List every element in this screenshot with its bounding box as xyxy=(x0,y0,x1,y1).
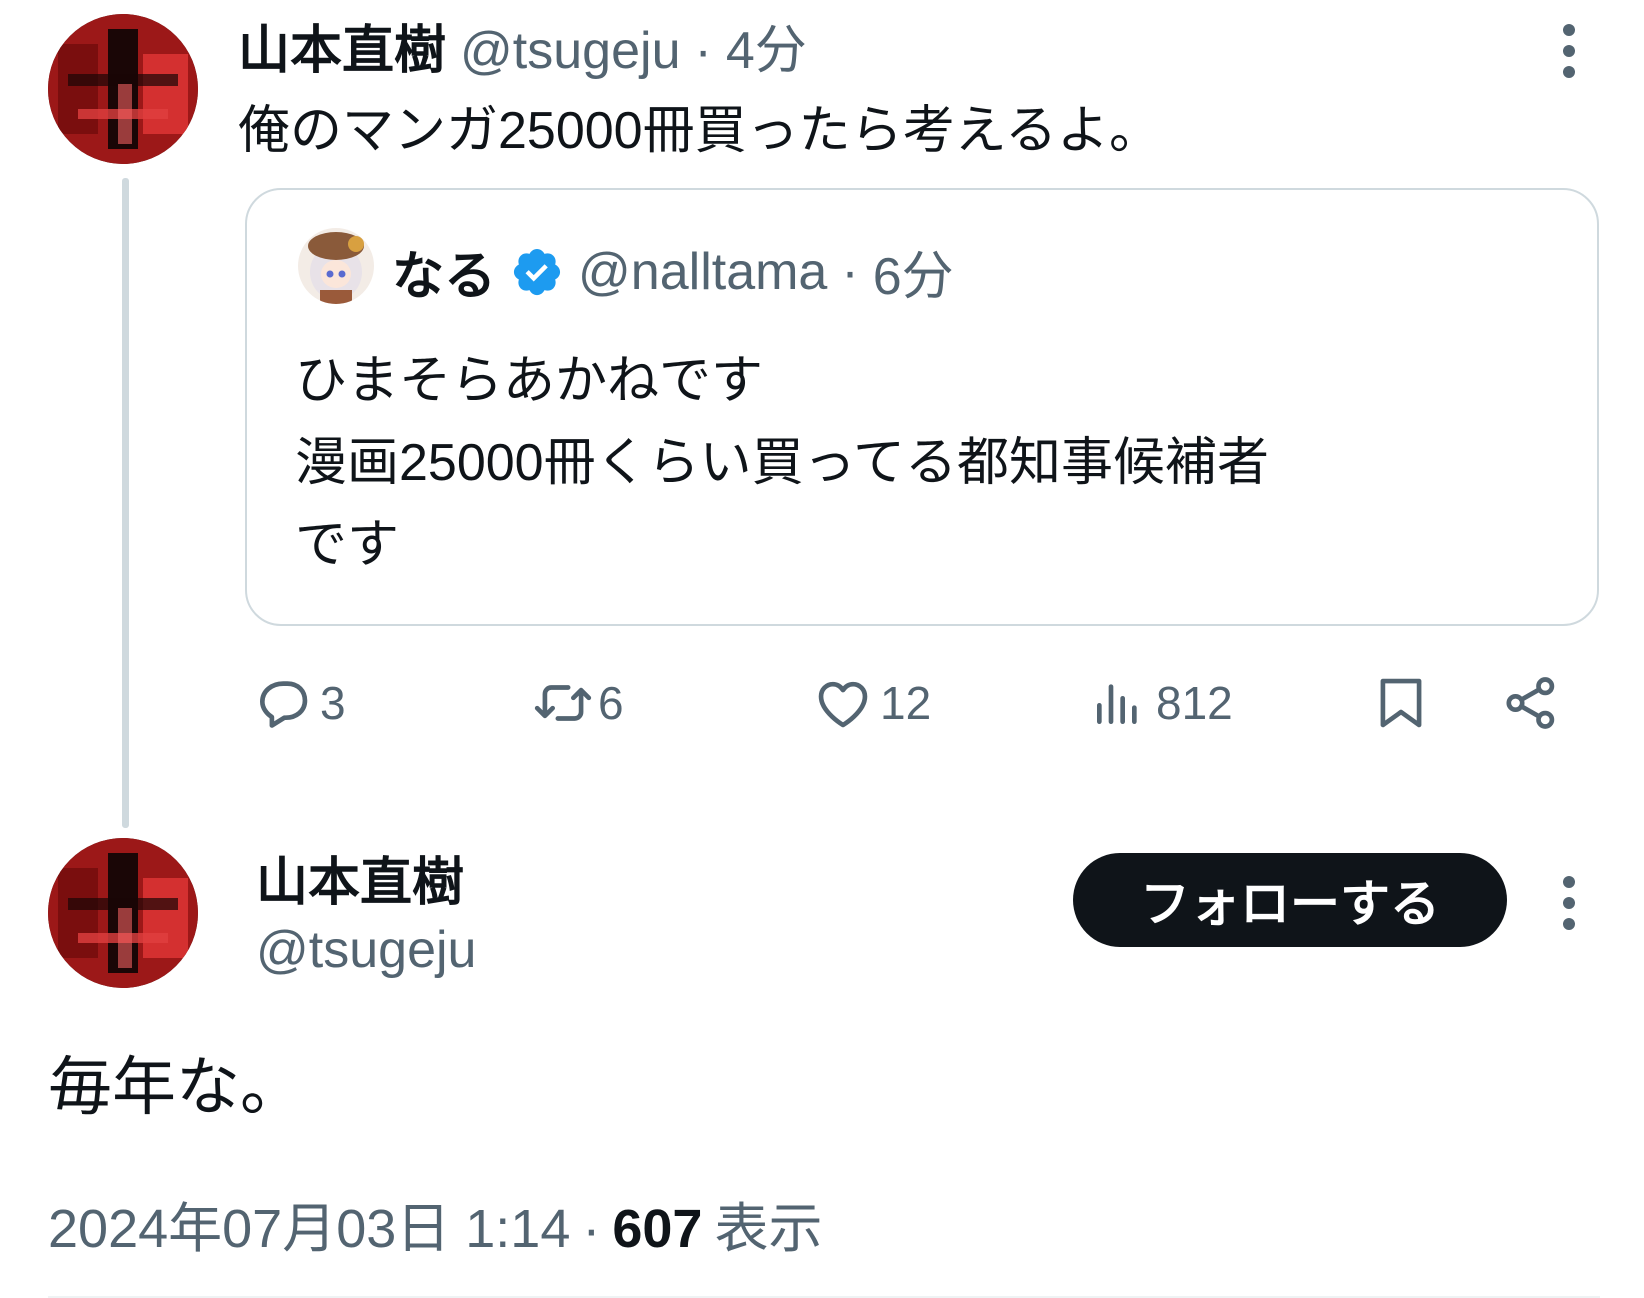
quoted-tweet-time[interactable]: 6分 xyxy=(873,234,954,309)
quoted-author-handle[interactable]: @nalltama xyxy=(578,242,827,302)
more-icon[interactable] xyxy=(1563,24,1575,87)
follow-button[interactable]: フォローする xyxy=(1073,853,1507,947)
avatar-tsugeju-main[interactable] xyxy=(48,838,198,988)
retweet-icon xyxy=(530,672,596,734)
share-icon[interactable] xyxy=(1500,670,1562,736)
quoted-tweet-header: なる @nalltama · 6分 xyxy=(392,234,954,309)
bookmark-icon[interactable] xyxy=(1370,670,1432,736)
retweet-count: 6 xyxy=(598,677,624,729)
main-tweet-text: 毎年な。 xyxy=(48,1051,304,1123)
avatar-tsugeju-reply[interactable] xyxy=(48,14,198,164)
main-author-handle[interactable]: @tsugeju xyxy=(256,920,476,980)
views-icon xyxy=(1090,672,1146,734)
quoted-text-line: 漫画25000冊くらい買ってる都知事候補者 xyxy=(295,434,1270,492)
avatar-nalltama[interactable] xyxy=(298,228,374,304)
quoted-text-line: ひまそらあかねです xyxy=(295,352,764,410)
view-label: 表示 xyxy=(714,1199,823,1259)
author-name[interactable]: 山本直樹 xyxy=(238,8,446,83)
like-button[interactable]: 12 xyxy=(812,670,931,736)
retweet-button[interactable]: 6 xyxy=(530,670,624,736)
views-count: 812 xyxy=(1156,677,1233,729)
view-count: 607 xyxy=(612,1199,703,1259)
author-handle[interactable]: @tsugeju xyxy=(460,21,680,81)
main-author-name[interactable]: 山本直樹 xyxy=(256,840,464,915)
reply-icon xyxy=(252,672,314,734)
more-icon[interactable] xyxy=(1563,876,1575,939)
reply-count: 3 xyxy=(320,677,346,729)
quoted-author-name[interactable]: なる xyxy=(392,234,496,309)
verified-badge-icon xyxy=(510,245,564,299)
thread-connector-line xyxy=(122,178,129,828)
quoted-text-line: です xyxy=(295,516,400,574)
separator-dot: · xyxy=(694,22,712,80)
reply-button[interactable]: 3 xyxy=(252,670,346,736)
tweet-timestamp[interactable]: 2024年07月03日 1:14 xyxy=(48,1184,570,1263)
like-count: 12 xyxy=(880,677,932,729)
quoted-separator-dot: · xyxy=(841,242,859,301)
reply-tweet-header: 山本直樹 @tsugeju · 4分 xyxy=(238,8,807,83)
quoted-tweet-text: ひまそらあかねです 漫画25000冊くらい買ってる都知事候補者 です xyxy=(295,340,1269,586)
tweet-meta-row: 2024年07月03日 1:14 · 607 表示 xyxy=(48,1184,822,1263)
like-icon xyxy=(812,672,874,734)
meta-separator: · xyxy=(582,1199,601,1259)
tweet-time[interactable]: 4分 xyxy=(726,8,807,83)
reply-tweet-text: 俺のマンガ25000冊買ったら考えるよ。 xyxy=(238,102,1162,160)
views-button[interactable]: 812 xyxy=(1090,670,1233,736)
